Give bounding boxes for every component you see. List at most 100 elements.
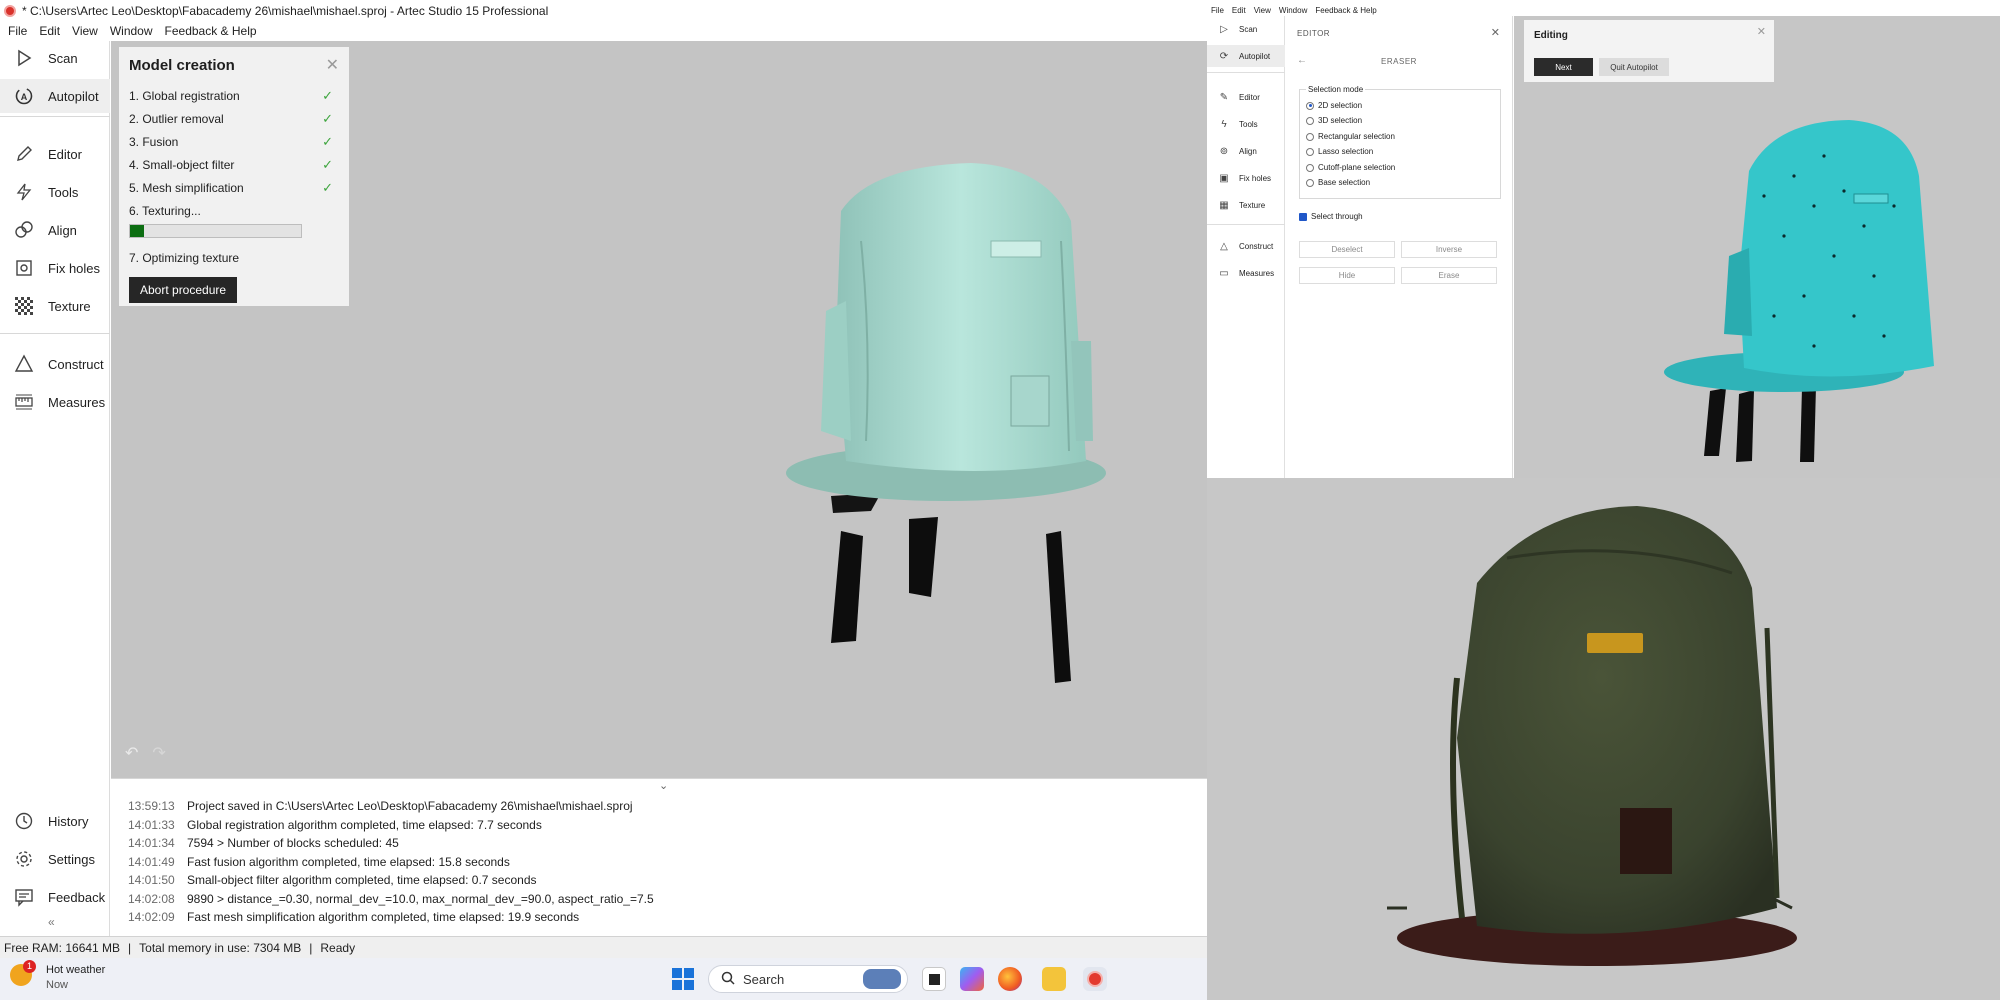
weather-subtitle: Now — [46, 979, 69, 991]
weather-title: Hot weather — [46, 964, 106, 976]
sidebar-item-editor[interactable]: Editor — [0, 137, 110, 171]
menu-edit[interactable]: Edit — [39, 24, 60, 38]
sidebar-item-feedback[interactable]: Feedback — [0, 880, 110, 914]
construct-triangle-icon: △ — [1220, 240, 1228, 252]
close-icon[interactable]: ✕ — [1757, 25, 1766, 38]
3d-viewport[interactable]: Model creation ✕ 1. Global registration ✓… — [111, 41, 1207, 778]
artec-logo-icon — [4, 4, 16, 17]
step-optimizing-texture: 7. Optimizing texture — [129, 250, 240, 265]
sidebar-item-measures[interactable]: ▭ Measures — [1207, 262, 1285, 284]
sidebar-item-texture[interactable]: ▦ Texture — [1207, 194, 1285, 216]
selection-mode-label: Selection mode — [1306, 85, 1366, 94]
sidebar-item-align[interactable]: Align — [0, 213, 110, 247]
select-through-checkbox[interactable]: Select through — [1299, 212, 1363, 221]
abort-procedure-button[interactable]: Abort procedure — [129, 277, 238, 303]
step-texturing: 6. Texturing... — [129, 203, 201, 218]
erase-button[interactable]: Erase — [1401, 267, 1497, 284]
step-small-object-filter: 4. Small-object filter ✓ — [129, 156, 333, 172]
menu-window[interactable]: Window — [1279, 6, 1307, 15]
menu-view[interactable]: View — [72, 24, 98, 38]
log-row: 14:02:09 Fast mesh simplification algorit… — [128, 910, 580, 924]
sidebar-item-editor[interactable]: ✎ Editor — [1207, 86, 1285, 108]
windows-start-icon[interactable] — [672, 968, 694, 990]
menu-file[interactable]: File — [8, 24, 27, 38]
3d-viewport-secondary[interactable]: Editing ✕ Next Quit Autopilot — [1514, 16, 2000, 478]
close-icon[interactable]: ✕ — [326, 55, 339, 75]
radio-lasso-selection[interactable]: Lasso selection — [1306, 147, 1373, 156]
fix-holes-icon: ▣ — [1219, 172, 1229, 184]
sidebar-item-history[interactable]: History — [0, 804, 110, 838]
status-state: Ready — [320, 940, 356, 955]
step-outlier-removal: 2. Outlier removal ✓ — [129, 110, 333, 126]
menu-window[interactable]: Window — [110, 24, 153, 38]
radio-icon — [1306, 101, 1314, 110]
menu-file[interactable]: File — [1211, 6, 1224, 15]
search-icon — [721, 971, 735, 988]
menu-feedback-help[interactable]: Feedback & Help — [165, 24, 257, 38]
artec-studio-taskbar-icon[interactable] — [1083, 967, 1107, 991]
history-icon — [12, 809, 36, 833]
svg-text:A: A — [21, 92, 28, 102]
editor-panel: EDITOR ✕ ← ERASER Selection mode 2D sele… — [1285, 16, 1513, 478]
sidebar-item-settings[interactable]: Settings — [0, 842, 110, 876]
lightning-icon: ϟ — [1221, 118, 1227, 130]
radio-icon — [1306, 178, 1314, 187]
sidebar-item-construct[interactable]: △ Construct — [1207, 235, 1285, 257]
undo-redo-group: ↶ ↷ — [125, 743, 166, 763]
sidebar-item-autopilot[interactable]: A Autopilot — [0, 79, 110, 113]
backpack-selection-render — [1664, 120, 1934, 462]
sidebar-item-scan[interactable]: Scan — [0, 41, 110, 75]
sidebar-item-align[interactable]: ⊚ Align — [1207, 140, 1285, 162]
check-icon: ✓ — [322, 133, 333, 149]
check-icon: ✓ — [322, 156, 333, 172]
radio-2d-selection[interactable]: 2D selection — [1306, 101, 1362, 110]
radio-rectangular-selection[interactable]: Rectangular selection — [1306, 132, 1395, 141]
quit-autopilot-button[interactable]: Quit Autopilot — [1599, 58, 1669, 76]
selection-mode-group: Selection mode 2D selection 3D selection… — [1299, 85, 1501, 199]
sidebar-item-autopilot[interactable]: ⟳ Autopilot — [1207, 45, 1285, 67]
inverse-button[interactable]: Inverse — [1401, 241, 1497, 258]
sidebar-item-tools[interactable]: ϟ Tools — [1207, 113, 1285, 135]
sidebar-item-label: Editor — [48, 146, 82, 162]
close-icon[interactable]: ✕ — [1491, 26, 1500, 39]
sidebar-item-construct[interactable]: Construct — [0, 347, 110, 381]
sidebar-item-fix-holes[interactable]: Fix holes — [0, 251, 110, 285]
next-button[interactable]: Next — [1534, 58, 1593, 76]
sidebar: ▷ Scan ⟳ Autopilot ✎ Editor ϟ Tools ⊚ Align ▣… — [1207, 16, 1285, 478]
radio-3d-selection[interactable]: 3D selection — [1306, 116, 1362, 125]
task-view-icon[interactable] — [922, 967, 946, 991]
window-title: * C:\Users\Artec Leo\Desktop\Fabacademy … — [22, 3, 549, 18]
file-explorer-icon[interactable] — [1042, 967, 1066, 991]
sidebar-item-scan[interactable]: ▷ Scan — [1207, 18, 1285, 40]
menu-edit[interactable]: Edit — [1232, 6, 1246, 15]
step-mesh-simplification: 5. Mesh simplification ✓ — [129, 179, 333, 195]
textured-backpack-render — [1387, 506, 1797, 966]
collapse-sidebar-button[interactable]: « — [48, 915, 55, 929]
sidebar-item-tools[interactable]: Tools — [0, 175, 110, 209]
radio-cutoff-plane-selection[interactable]: Cutoff-plane selection — [1306, 163, 1395, 172]
collapse-log-icon[interactable]: ⌄ — [659, 779, 668, 792]
radio-icon — [1306, 163, 1314, 172]
redo-icon[interactable]: ↷ — [152, 743, 165, 763]
sidebar-divider — [0, 116, 110, 117]
undo-icon[interactable]: ↶ — [125, 743, 138, 763]
title-bar: * C:\Users\Artec Leo\Desktop\Fabacademy … — [0, 0, 1207, 21]
menu-feedback-help[interactable]: Feedback & Help — [1315, 6, 1376, 15]
deselect-button[interactable]: Deselect — [1299, 241, 1395, 258]
radio-icon — [1306, 116, 1314, 125]
log-row: 14:02:08 9890 > distance_=0.30, normal_de… — [128, 892, 654, 906]
gear-icon — [12, 847, 36, 871]
sidebar-item-fix-holes[interactable]: ▣ Fix holes — [1207, 167, 1285, 189]
sidebar-item-measures[interactable]: Measures — [0, 385, 110, 419]
sidebar-item-label: Align — [48, 222, 77, 238]
firefox-icon[interactable] — [998, 967, 1022, 991]
copilot-icon[interactable] — [960, 967, 984, 991]
menu-view[interactable]: View — [1254, 6, 1271, 15]
hide-button[interactable]: Hide — [1299, 267, 1395, 284]
align-icon: ⊚ — [1219, 145, 1229, 157]
radio-base-selection[interactable]: Base selection — [1306, 178, 1370, 187]
sidebar-item-texture[interactable]: Texture — [0, 289, 110, 323]
windows-taskbar: 1 Hot weather Now Search — [0, 958, 1207, 1000]
sidebar-item-label: Feedback — [48, 889, 106, 905]
taskbar-search[interactable]: Search — [708, 965, 908, 993]
